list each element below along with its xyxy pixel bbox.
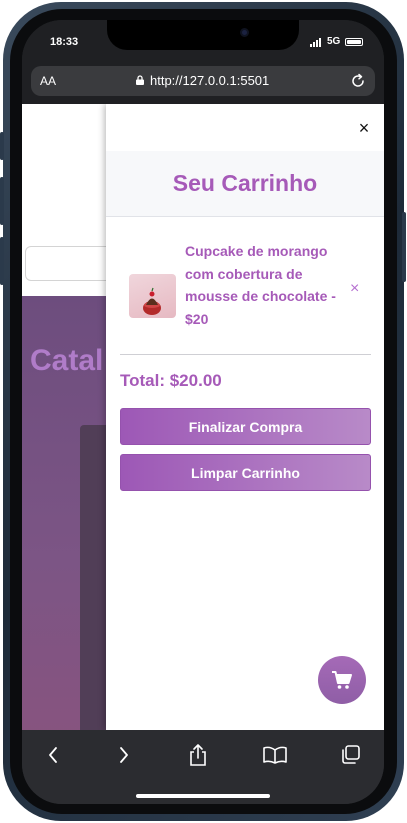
volume-down-button bbox=[0, 237, 4, 285]
lock-icon bbox=[136, 75, 144, 85]
reload-icon[interactable] bbox=[349, 72, 367, 90]
cart-title: Seu Carrinho bbox=[172, 170, 318, 196]
mute-switch bbox=[0, 132, 4, 160]
background-page-title: Catal bbox=[30, 344, 104, 377]
front-camera bbox=[240, 28, 249, 37]
cart-total: Total: $20.00 bbox=[120, 371, 222, 390]
cart-divider bbox=[120, 354, 371, 355]
cart-floating-button[interactable] bbox=[318, 656, 366, 704]
clear-cart-button[interactable]: Limpar Carrinho bbox=[120, 454, 371, 491]
browser-address-area: AA http://127.0.0.1:5501 bbox=[22, 66, 384, 104]
power-button bbox=[402, 212, 406, 282]
share-button[interactable] bbox=[185, 742, 211, 768]
web-content: Catal × Seu Carrinho Cupcake de morango … bbox=[22, 104, 384, 730]
signal-icon bbox=[310, 38, 321, 47]
bookmarks-button[interactable] bbox=[262, 742, 288, 768]
clock: 18:33 bbox=[50, 36, 79, 48]
bookmarks-icon bbox=[263, 746, 287, 764]
network-label: 5G bbox=[327, 36, 341, 47]
forward-button[interactable] bbox=[111, 742, 137, 768]
text-size-button[interactable]: AA bbox=[40, 74, 56, 88]
address-bar[interactable]: AA http://127.0.0.1:5501 bbox=[31, 66, 375, 96]
url-text[interactable]: http://127.0.0.1:5501 bbox=[150, 73, 269, 88]
close-cart-button[interactable]: × bbox=[354, 118, 374, 138]
back-icon bbox=[49, 747, 57, 763]
cart-item-description: Cupcake de morango com cobertura de mous… bbox=[185, 243, 336, 327]
cart-item: Cupcake de morango com cobertura de mous… bbox=[120, 240, 370, 330]
cart-icon bbox=[332, 671, 352, 689]
phone-screen: 18:33 5G AA http://127.0.0.1:5501 Catal bbox=[22, 20, 384, 804]
cupcake-image bbox=[129, 274, 176, 318]
tabs-icon bbox=[342, 745, 360, 764]
volume-up-button bbox=[0, 177, 4, 225]
remove-item-button[interactable]: × bbox=[350, 280, 359, 298]
notch bbox=[107, 20, 299, 50]
tabs-button[interactable] bbox=[338, 742, 364, 768]
battery-icon bbox=[345, 38, 363, 46]
browser-toolbar bbox=[22, 730, 384, 804]
forward-icon bbox=[120, 747, 128, 763]
share-icon bbox=[190, 744, 206, 766]
home-indicator bbox=[136, 794, 270, 798]
checkout-button[interactable]: Finalizar Compra bbox=[120, 408, 371, 445]
status-bar: 18:33 5G bbox=[22, 20, 384, 66]
cart-panel: × Seu Carrinho Cupcake de morango com co… bbox=[106, 104, 384, 730]
back-button[interactable] bbox=[40, 742, 66, 768]
cart-header: Seu Carrinho bbox=[106, 151, 384, 217]
